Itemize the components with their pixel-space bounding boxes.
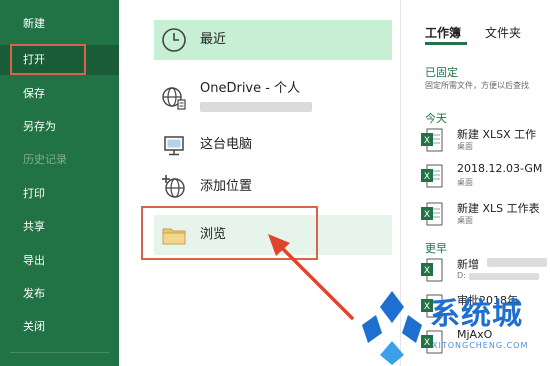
watermark-subtext: XITONGCHENG.COM <box>432 341 529 350</box>
excel-file-icon: X <box>421 128 443 152</box>
file-row[interactable]: X 新建 XLS 工作表 桌面 <box>421 198 550 232</box>
file-location: 桌面 <box>457 216 473 225</box>
svg-text:X: X <box>424 266 430 276</box>
excel-file-icon: X <box>421 164 443 188</box>
excel-file-icon: X <box>421 202 443 226</box>
blurred-text <box>469 273 539 280</box>
tab-folders[interactable]: 文件夹 <box>485 24 521 41</box>
file-name: 新建 XLSX 工作 <box>457 128 537 141</box>
blurred-text <box>487 258 547 267</box>
excel-file-icon: X <box>421 258 443 282</box>
file-row[interactable]: X 新增 D: <box>421 254 550 288</box>
svg-text:X: X <box>424 210 430 220</box>
file-location: D: <box>457 271 466 280</box>
file-location: 桌面 <box>457 142 473 151</box>
file-location: 桌面 <box>457 178 473 187</box>
section-pinned-title: 已固定 <box>425 66 458 79</box>
watermark-logo-icon <box>362 291 422 365</box>
file-name: 新增 <box>457 258 479 271</box>
file-name: 2018.12.03-GM <box>457 162 543 175</box>
svg-text:X: X <box>424 172 430 182</box>
watermark-text: 系统城 <box>430 297 523 332</box>
section-pinned-desc: 固定所需文件，方便以后查找 <box>425 81 529 90</box>
tab-active-underline <box>425 42 467 45</box>
file-row[interactable]: X 新建 XLSX 工作 桌面 <box>421 124 550 158</box>
svg-text:X: X <box>424 136 430 146</box>
watermark: 系统城 XITONGCHENG.COM <box>352 285 550 366</box>
tab-workbooks[interactable]: 工作簿 <box>425 24 461 41</box>
file-row[interactable]: X 2018.12.03-GM 桌面 <box>421 160 550 194</box>
file-name: 新建 XLS 工作表 <box>457 202 540 215</box>
